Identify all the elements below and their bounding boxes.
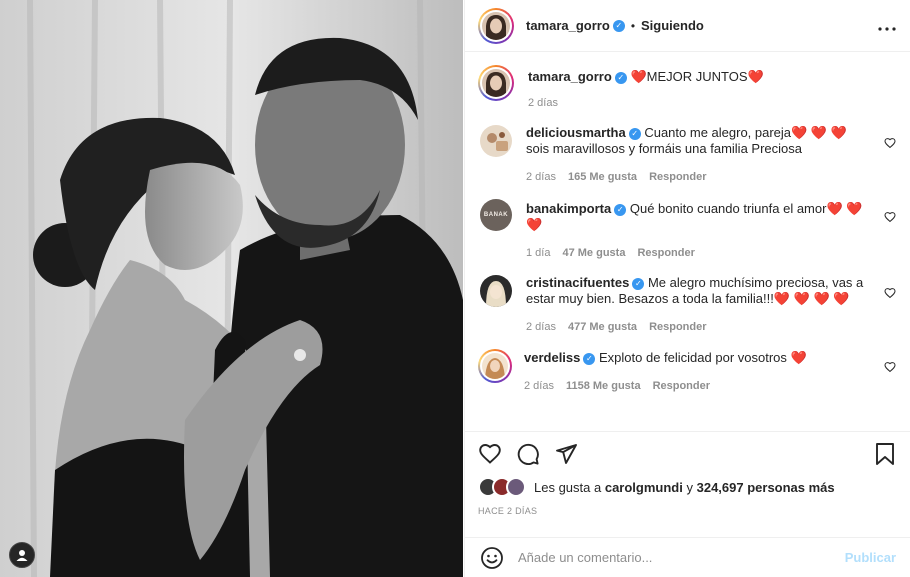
comment-like-heart-icon[interactable] [884,211,896,223]
comment-item: verdeliss ✓ Exploto de felicidad por voso… [478,349,896,392]
save-bookmark-icon[interactable] [874,442,896,466]
reply-button[interactable]: Responder [637,247,694,259]
reply-button[interactable]: Responder [649,321,706,333]
comment-composer: Publicar [465,537,910,577]
avatar-image [482,353,508,379]
caption-username[interactable]: tamara_gorro [528,69,612,84]
liker-username[interactable]: carolgmundi [605,480,683,495]
likes-prefix: Les gusta a [534,479,602,495]
commenter-username[interactable]: cristinacifuentes [526,275,629,290]
comment-item: cristinacifuentes ✓ Me alegro muchísimo p… [478,275,896,333]
post-side-panel: tamara_gorro ✓ • Siguiendo tamara_gorro ✓… [464,0,910,577]
share-send-icon[interactable] [554,442,578,466]
caption-author-avatar[interactable] [478,65,514,101]
verified-badge-icon: ✓ [632,277,645,290]
comment-like-heart-icon[interactable] [884,137,896,149]
verified-badge-icon: ✓ [614,71,627,84]
comment-likes[interactable]: 477 Me gusta [568,321,637,333]
user-tag-icon[interactable] [9,542,35,568]
author-username[interactable]: tamara_gorro [526,18,610,33]
avatar-image [482,11,510,40]
avatar-logo-text: BANAK [483,212,509,218]
comment-likes[interactable]: 165 Me gusta [568,171,637,183]
comment-text: Exploto de felicidad por vosotros ❤️ [599,350,807,365]
post-photo[interactable] [0,0,463,577]
avatar-image [482,69,510,97]
commenter-avatar[interactable]: BANAK [480,199,512,231]
comment-input[interactable] [518,550,845,565]
commenter-avatar[interactable] [478,349,512,383]
caption: tamara_gorro ✓ ❤️MEJOR JUNTOS❤️ 2 días [478,65,896,109]
liker-avatars [478,477,526,497]
separator-dot: • [630,18,636,33]
following-button[interactable]: Siguiendo [641,18,704,33]
likes-text: Les gusta a carolgmundi y 324,697 person… [534,480,835,495]
verified-badge-icon: ✓ [583,352,596,365]
liker-avatar [506,477,526,497]
like-heart-icon[interactable] [478,442,502,466]
verified-badge-icon: ✓ [628,127,641,140]
comment-likes[interactable]: 47 Me gusta [562,247,625,259]
post-timestamp[interactable]: HACE 2 DÍAS [478,506,896,516]
likes-count[interactable]: 324,697 personas más [697,480,835,495]
commenter-username[interactable]: verdeliss [524,350,580,365]
likes-connector: y [686,479,693,495]
emoji-picker-icon[interactable] [480,546,504,570]
more-horizontal-icon[interactable] [878,15,896,36]
reply-button[interactable]: Responder [649,171,706,183]
comment-time[interactable]: 2 días [526,321,556,333]
comment-likes[interactable]: 1158 Me gusta [566,380,641,392]
comment-item: deliciousmartha ✓ Cuanto me alegro, parej… [478,125,896,183]
caption-text: ❤️MEJOR JUNTOS❤️ [630,69,764,84]
commenter-username[interactable]: deliciousmartha [526,125,626,140]
reply-button[interactable]: Responder [653,380,710,392]
caption-time[interactable]: 2 días [528,97,558,109]
comment-time[interactable]: 1 día [526,247,550,259]
likes-summary[interactable]: Les gusta a carolgmundi y 324,697 person… [478,476,896,498]
comment-like-heart-icon[interactable] [884,361,896,373]
post-header: tamara_gorro ✓ • Siguiendo [465,0,910,52]
couple-photo-image [0,0,463,577]
commenter-avatar[interactable] [480,275,512,307]
post-actions: Les gusta a carolgmundi y 324,697 person… [465,431,910,516]
commenter-username[interactable]: banakimporta [526,201,611,216]
comment-like-heart-icon[interactable] [884,287,896,299]
comment-bubble-icon[interactable] [516,442,540,466]
author-avatar[interactable] [478,7,514,44]
commenter-avatar[interactable] [480,125,512,157]
comment-time[interactable]: 2 días [524,380,554,392]
comment-item: BANAK banakimporta ✓ Qué bonito cuando tr… [478,199,896,259]
verified-badge-icon: ✓ [614,203,627,216]
publish-button[interactable]: Publicar [845,550,896,565]
comments-list[interactable]: tamara_gorro ✓ ❤️MEJOR JUNTOS❤️ 2 días de… [465,53,910,431]
verified-badge-icon: ✓ [612,19,625,32]
comment-time[interactable]: 2 días [526,171,556,183]
